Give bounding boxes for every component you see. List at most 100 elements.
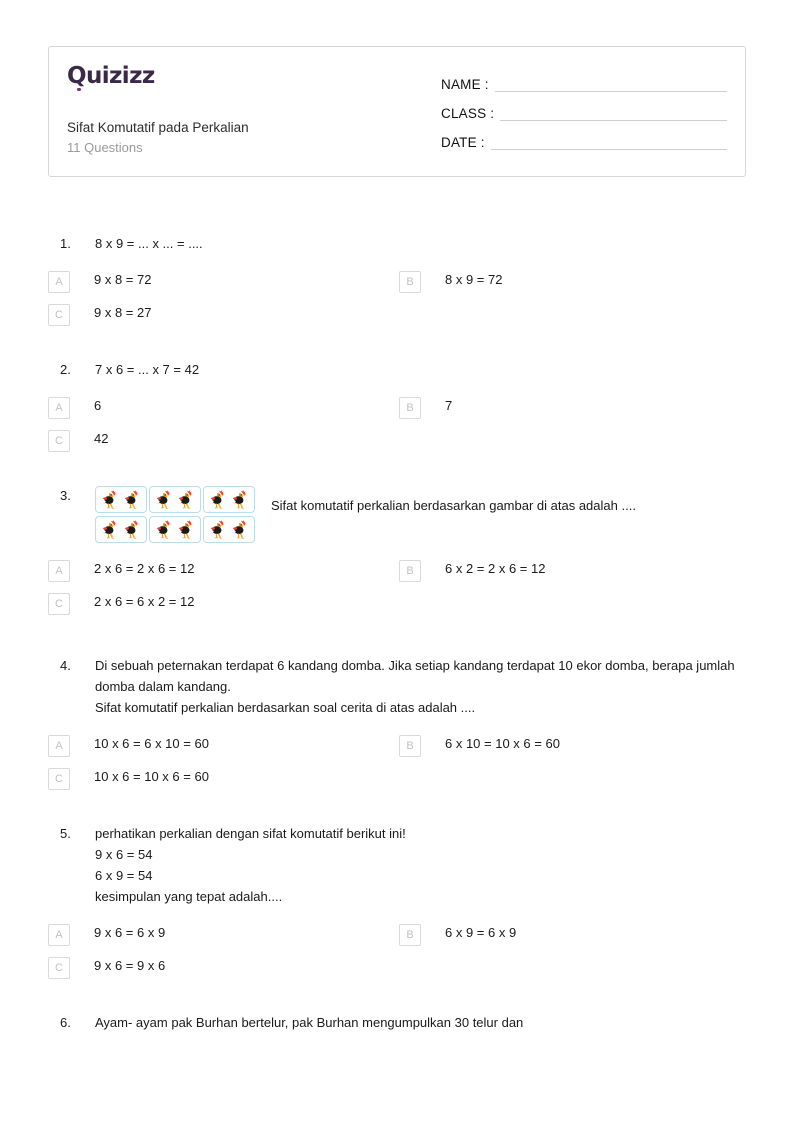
rooster-icon	[123, 520, 138, 540]
option-a[interactable]: A 10 x 6 = 6 x 10 = 60	[48, 734, 399, 758]
option-letter-badge: A	[48, 924, 70, 947]
option-a[interactable]: A 9 x 8 = 72	[48, 270, 399, 294]
question-number: 5.	[60, 826, 71, 842]
question-row: 2. 7 x 6 = ... x 7 = 42	[48, 359, 746, 380]
options-grid: A 6 B 7 C 42	[48, 396, 746, 453]
class-input-line[interactable]	[500, 107, 727, 121]
rooster-array-image	[95, 485, 255, 544]
option-text: 8 x 9 = 72	[445, 272, 503, 288]
option-b[interactable]: B 6 x 9 = 6 x 9	[399, 923, 746, 947]
option-text: 9 x 6 = 9 x 6	[94, 958, 166, 974]
option-b[interactable]: B 6 x 2 = 2 x 6 = 12	[399, 559, 746, 583]
rooster-icon	[123, 490, 138, 510]
rooster-cell	[95, 516, 147, 544]
option-a[interactable]: A 2 x 6 = 2 x 6 = 12	[48, 559, 399, 583]
option-letter-badge: A	[48, 271, 70, 294]
question-text: 8 x 9 = ... x ... = ....	[95, 236, 203, 251]
options-grid: A 10 x 6 = 6 x 10 = 60 B 6 x 10 = 10 x 6…	[48, 734, 746, 791]
options-grid: A 2 x 6 = 2 x 6 = 12 B 6 x 2 = 2 x 6 = 1…	[48, 559, 746, 616]
worksheet-header: Quizizz Sifat Komutatif pada Perkalian 1…	[48, 46, 746, 177]
option-text: 10 x 6 = 10 x 6 = 60	[94, 769, 209, 785]
name-input-line[interactable]	[494, 78, 727, 92]
options-grid: A 9 x 8 = 72 B 8 x 9 = 72 C 9 x 8 = 27	[48, 270, 746, 327]
question-number: 2.	[60, 362, 71, 378]
question-row: 1. 8 x 9 = ... x ... = ....	[48, 233, 746, 254]
option-letter-badge: B	[399, 560, 421, 583]
option-letter-badge: B	[399, 271, 421, 294]
option-letter-badge: B	[399, 735, 421, 758]
option-letter-badge: A	[48, 397, 70, 420]
rooster-icon	[101, 490, 116, 510]
option-text: 2 x 6 = 6 x 2 = 12	[94, 594, 195, 610]
questions-list: 1. 8 x 9 = ... x ... = .... A 9 x 8 = 72…	[48, 233, 746, 1033]
option-letter-badge: C	[48, 430, 70, 453]
option-b[interactable]: B 8 x 9 = 72	[399, 270, 746, 294]
option-letter-badge: B	[399, 924, 421, 947]
question-text: perhatikan perkalian dengan sifat komuta…	[95, 826, 406, 905]
option-b[interactable]: B 6 x 10 = 10 x 6 = 60	[399, 734, 746, 758]
option-text: 10 x 6 = 6 x 10 = 60	[94, 736, 209, 752]
option-text: 9 x 8 = 72	[94, 272, 152, 288]
option-letter-badge: C	[48, 957, 70, 980]
option-text: 42	[94, 431, 109, 447]
rooster-grid	[95, 486, 255, 544]
option-letter-badge: C	[48, 593, 70, 616]
option-a[interactable]: A 6	[48, 396, 399, 420]
option-letter-badge: A	[48, 735, 70, 758]
option-text: 6 x 2 = 2 x 6 = 12	[445, 561, 546, 577]
question-block: 1. 8 x 9 = ... x ... = .... A 9 x 8 = 72…	[48, 233, 746, 327]
question-number: 3.	[60, 488, 71, 504]
question-block: 5. perhatikan perkalian dengan sifat kom…	[48, 823, 746, 980]
option-letter-badge: C	[48, 304, 70, 327]
question-row: 5. perhatikan perkalian dengan sifat kom…	[48, 823, 746, 907]
class-label: CLASS :	[441, 106, 495, 121]
question-text: Sifat komutatif perkalian berdasarkan ga…	[271, 498, 636, 514]
option-c[interactable]: C 9 x 8 = 27	[48, 303, 399, 327]
question-block: 2. 7 x 6 = ... x 7 = 42 A 6 B 7 C 42	[48, 359, 746, 453]
rooster-icon	[231, 520, 246, 540]
options-grid: A 9 x 6 = 6 x 9 B 6 x 9 = 6 x 9 C 9 x 6 …	[48, 923, 746, 980]
question-text: Ayam- ayam pak Burhan bertelur, pak Burh…	[95, 1015, 524, 1031]
question-content: Sifat komutatif perkalian berdasarkan ga…	[95, 485, 746, 544]
rooster-icon	[177, 490, 192, 510]
question-row: 6. Ayam- ayam pak Burhan bertelur, pak B…	[48, 1012, 746, 1033]
rooster-cell	[203, 516, 255, 544]
rooster-cell	[95, 486, 147, 514]
quizizz-logo-text: Quizizz	[67, 63, 155, 89]
option-text: 2 x 6 = 2 x 6 = 12	[94, 561, 195, 577]
option-c[interactable]: C 9 x 6 = 9 x 6	[48, 956, 399, 980]
question-text: 7 x 6 = ... x 7 = 42	[95, 362, 200, 378]
option-letter-badge: A	[48, 560, 70, 583]
option-text: 6 x 10 = 10 x 6 = 60	[445, 736, 560, 752]
option-a[interactable]: A 9 x 6 = 6 x 9	[48, 923, 399, 947]
student-info-fields: NAME : CLASS : DATE :	[427, 61, 727, 166]
name-label: NAME :	[441, 77, 489, 92]
rooster-icon	[177, 520, 192, 540]
class-field-row: CLASS :	[441, 106, 727, 121]
question-block: 6. Ayam- ayam pak Burhan bertelur, pak B…	[48, 1012, 746, 1033]
rooster-icon	[209, 490, 224, 510]
option-c[interactable]: C 2 x 6 = 6 x 2 = 12	[48, 592, 399, 616]
question-block: 3. Sifat komutatif perkalian berdasarkan…	[48, 485, 746, 616]
quiz-title: Sifat Komutatif pada Perkalian	[67, 120, 249, 136]
rooster-icon	[155, 520, 170, 540]
quizizz-logo: Quizizz	[67, 63, 427, 91]
title-block: Sifat Komutatif pada Perkalian 11 Questi…	[67, 118, 427, 158]
rooster-cell	[203, 486, 255, 514]
date-input-line[interactable]	[490, 136, 727, 150]
option-c[interactable]: C 10 x 6 = 10 x 6 = 60	[48, 767, 399, 791]
question-number: 1.	[60, 236, 71, 251]
option-text: 7	[445, 398, 453, 414]
option-letter-badge: B	[399, 397, 421, 420]
rooster-icon	[155, 490, 170, 510]
rooster-cell	[149, 516, 201, 544]
option-text: 9 x 6 = 6 x 9	[94, 925, 166, 941]
option-letter-badge: C	[48, 768, 70, 791]
question-row: 3. Sifat komutatif perkalian berdasarkan…	[48, 485, 746, 544]
date-label: DATE :	[441, 135, 485, 150]
option-c[interactable]: C 42	[48, 429, 399, 453]
option-b[interactable]: B 7	[399, 396, 746, 420]
